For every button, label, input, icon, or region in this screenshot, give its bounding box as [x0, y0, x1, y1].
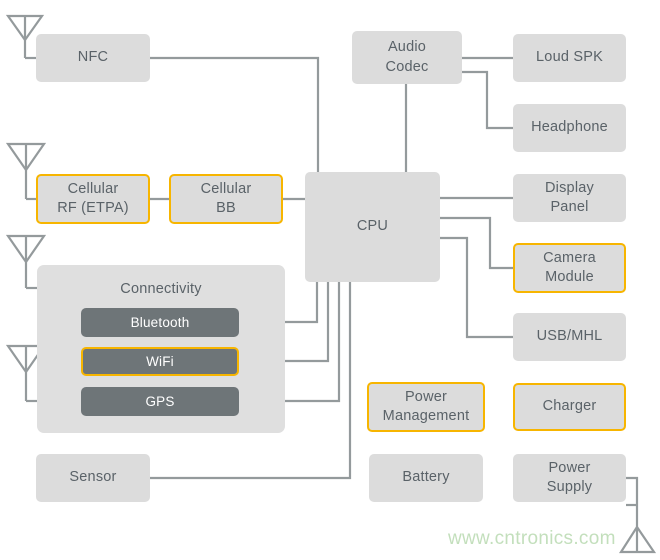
- block-diagram-canvas: Connectivity Bluetooth WiFi GPS NFC Cell…: [0, 0, 660, 560]
- block-usb-mhl[interactable]: USB/MHL: [513, 313, 626, 361]
- block-cellular-rf-etpa[interactable]: Cellular RF (ETPA): [36, 174, 150, 224]
- block-power-supply-label: Power Supply: [546, 459, 593, 495]
- wire-nfc-cpu: [150, 56, 320, 172]
- block-display-panel[interactable]: Display Panel: [513, 174, 626, 222]
- wire-wifi-cpu: [285, 282, 330, 363]
- block-charger-label: Charger: [542, 398, 597, 415]
- block-cellular-bb-label: Cellular BB: [200, 180, 252, 216]
- sub-block-wifi[interactable]: WiFi: [81, 347, 239, 376]
- wire-cpu-camera: [440, 216, 513, 270]
- block-power-management[interactable]: Power Management: [367, 382, 485, 432]
- block-loud-spk[interactable]: Loud SPK: [513, 34, 626, 82]
- sub-block-bluetooth-label: Bluetooth: [130, 315, 190, 330]
- block-cellular-bb[interactable]: Cellular BB: [169, 174, 283, 224]
- block-charger[interactable]: Charger: [513, 383, 626, 431]
- sub-block-gps-label: GPS: [145, 394, 175, 409]
- watermark: www.cntronics.com: [448, 528, 616, 549]
- block-sensor[interactable]: Sensor: [36, 454, 150, 502]
- block-nfc[interactable]: NFC: [36, 34, 150, 82]
- block-power-management-label: Power Management: [382, 388, 470, 424]
- block-cpu[interactable]: CPU: [305, 172, 440, 282]
- sub-block-bluetooth[interactable]: Bluetooth: [81, 308, 239, 337]
- block-battery-label: Battery: [402, 469, 450, 486]
- block-display-panel-label: Display Panel: [545, 179, 594, 215]
- block-cellular-rf-etpa-label: Cellular RF (ETPA): [57, 180, 129, 216]
- block-loud-spk-label: Loud SPK: [536, 49, 603, 66]
- group-connectivity-label: Connectivity: [120, 281, 202, 297]
- wire-cpu-usbmhl: [440, 236, 513, 339]
- sub-block-wifi-label: WiFi: [146, 354, 174, 369]
- wire-bluetooth-cpu: [285, 282, 319, 324]
- wire-gps-cpu: [285, 282, 341, 403]
- block-headphone[interactable]: Headphone: [513, 104, 626, 152]
- block-nfc-label: NFC: [77, 49, 109, 66]
- block-headphone-label: Headphone: [531, 119, 608, 136]
- sub-block-gps[interactable]: GPS: [81, 387, 239, 416]
- block-audio-codec[interactable]: Audio Codec: [352, 31, 462, 84]
- wire-powersupply-plug: [626, 476, 639, 505]
- block-usb-mhl-label: USB/MHL: [536, 328, 603, 345]
- block-camera-module[interactable]: Camera Module: [513, 243, 626, 293]
- wire-audiocodec-headphone: [462, 70, 513, 130]
- block-audio-codec-label: Audio Codec: [385, 39, 429, 75]
- block-cpu-label: CPU: [356, 218, 389, 235]
- block-camera-module-label: Camera Module: [543, 249, 596, 285]
- block-power-supply[interactable]: Power Supply: [513, 454, 626, 502]
- block-sensor-label: Sensor: [69, 469, 117, 486]
- block-battery[interactable]: Battery: [369, 454, 483, 502]
- antenna-power-plug-glyph: [618, 503, 657, 554]
